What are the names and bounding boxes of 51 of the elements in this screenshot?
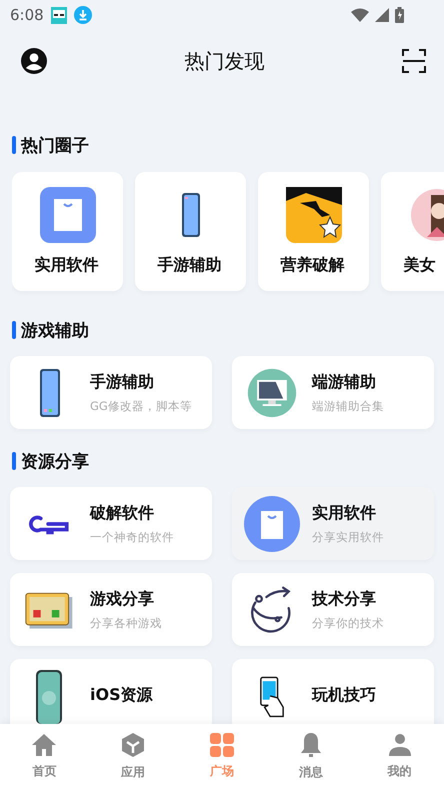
battery-icon (395, 7, 404, 23)
wifi-icon (351, 8, 369, 22)
card-subtitle: 分享你的技术 (312, 616, 384, 630)
card-subtitle: 分享各种游戏 (90, 616, 162, 630)
phone-icon (40, 368, 60, 416)
bell-icon (298, 732, 323, 758)
card-title: 技术分享 (312, 588, 377, 610)
download-icon (74, 6, 92, 24)
section-title: 热门圈子 (21, 134, 89, 156)
card-subtitle: 端游辅助合集 (312, 398, 384, 414)
card-title: 端游辅助 (312, 372, 377, 392)
category-card[interactable]: 破解软件 一个神奇的软件 (10, 487, 212, 560)
app-notification-icon (50, 6, 68, 24)
category-card[interactable]: 游戏分享 分享各种游戏 (10, 573, 212, 646)
card-title: iOS资源 (90, 685, 153, 706)
shopping-bag-icon (244, 496, 300, 552)
signal-icon (375, 8, 389, 22)
circle-card[interactable]: 实用软件 (12, 172, 123, 291)
category-card[interactable]: 技术分享 分享你的技术 (232, 573, 434, 646)
card-subtitle: 一个神奇的软件 (90, 530, 174, 544)
monitor-icon (246, 366, 298, 418)
card-title: 手游辅助 (90, 372, 155, 392)
category-card[interactable]: iOS资源 (10, 659, 212, 724)
circle-card[interactable]: 美女 (381, 172, 444, 291)
card-title: 玩机技巧 (312, 685, 376, 706)
person-icon (388, 733, 412, 757)
section-marker (12, 136, 16, 154)
section-title: 游戏辅助 (21, 320, 89, 342)
home-icon (31, 733, 58, 757)
status-time: 6:08 (10, 6, 44, 24)
shopping-bag-icon (40, 187, 96, 243)
card-subtitle: 分享实用软件 (312, 530, 384, 544)
grid-icon (210, 733, 234, 757)
section-marker (12, 452, 16, 470)
section-title: 资源分享 (21, 450, 89, 472)
phone-icon (182, 193, 200, 237)
card-title: 破解软件 (90, 502, 155, 524)
circle-card[interactable]: 营养破解 (258, 172, 369, 291)
card-subtitle: GG修改器，脚本等 (90, 398, 192, 414)
section-marker (12, 321, 16, 339)
page-title: 热门发现 (184, 48, 264, 74)
category-card[interactable]: 端游辅助 端游辅助合集 (232, 356, 434, 429)
category-card[interactable]: 实用软件 分享实用软件 (232, 487, 434, 560)
profile-icon[interactable] (21, 48, 47, 74)
card-title: 游戏分享 (90, 588, 155, 610)
circle-card[interactable]: 手游辅助 (135, 172, 246, 291)
scan-icon[interactable] (402, 49, 426, 73)
category-card[interactable]: 手游辅助 GG修改器，脚本等 (10, 356, 212, 429)
cube-icon (121, 732, 146, 758)
category-card[interactable]: 玩机技巧 (232, 659, 434, 724)
card-title: 实用软件 (312, 502, 377, 524)
